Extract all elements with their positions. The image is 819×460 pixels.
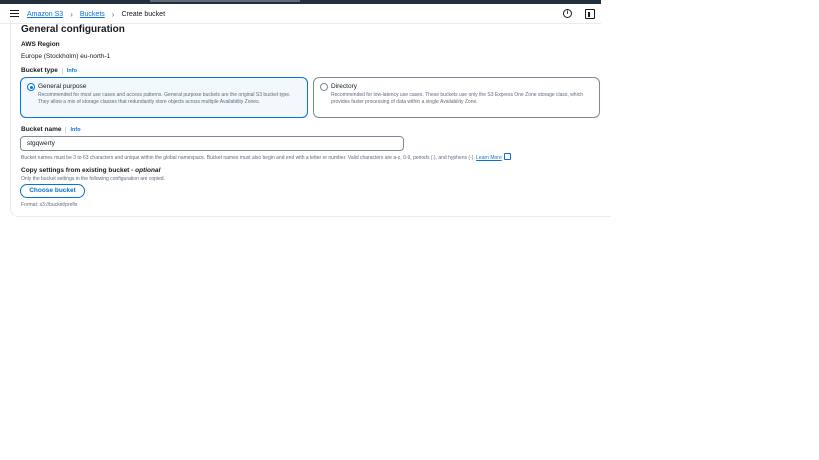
- bucket-type-directory[interactable]: Directory Recommended for low-latency us…: [313, 77, 600, 118]
- bucket-type-general-purpose[interactable]: General purpose Recommended for most use…: [20, 77, 308, 118]
- radio-selected-icon[interactable]: [27, 83, 35, 91]
- bucket-name-info-link[interactable]: Info: [65, 127, 81, 133]
- breadcrumb-create-bucket: Create bucket: [121, 10, 166, 18]
- breadcrumb: Amazon S3 › Buckets › Create bucket: [27, 9, 165, 19]
- choose-bucket-button[interactable]: Choose bucket: [20, 184, 85, 198]
- chevron-right-icon: ›: [70, 9, 73, 19]
- format-hint: Format: s3://bucket/prefix: [21, 202, 78, 208]
- region-label: AWS Region: [21, 41, 60, 48]
- bucket-name-label: Bucket name Info: [21, 126, 81, 133]
- external-link-icon[interactable]: [503, 153, 511, 160]
- tile-description: Recommended for most use cases and acces…: [38, 92, 291, 105]
- breadcrumb-buckets[interactable]: Buckets: [80, 11, 105, 18]
- bucket-type-label: Bucket type Info: [21, 67, 77, 74]
- bucket-type-info-link[interactable]: Info: [61, 68, 77, 74]
- top-nav-highlight: [150, 0, 300, 2]
- chevron-right-icon: ›: [111, 9, 115, 19]
- region-value: Europe (Stockholm) eu-north-1: [21, 53, 111, 60]
- general-configuration-container: [10, 20, 611, 217]
- tile-title: Directory: [331, 83, 358, 90]
- tile-title: General purpose: [38, 83, 87, 90]
- menu-icon[interactable]: [10, 10, 19, 18]
- info-icon[interactable]: i: [563, 9, 572, 18]
- page-title: General configuration: [21, 24, 125, 35]
- bucket-name-input[interactable]: stgqwerty: [20, 136, 404, 151]
- copy-settings-title: Copy settings from existing bucket - opt…: [21, 167, 160, 174]
- bucket-name-label-text: Bucket name: [21, 126, 62, 133]
- learn-more-link[interactable]: Learn More: [476, 155, 502, 161]
- bucket-name-hint: Bucket names must be 3 to 63 characters …: [21, 153, 511, 161]
- side-panel-icon[interactable]: [585, 9, 595, 19]
- copy-settings-subtitle: Only the bucket settings in the followin…: [21, 176, 165, 182]
- bucket-name-hint-text: Bucket names must be 3 to 63 characters …: [21, 155, 475, 161]
- optional-text: optional: [135, 167, 161, 174]
- tile-description: Recommended for low-latency use cases. T…: [331, 92, 583, 105]
- bucket-type-label-text: Bucket type: [21, 67, 58, 74]
- radio-unselected-icon[interactable]: [320, 83, 328, 91]
- breadcrumb-amazon-s3[interactable]: Amazon S3: [27, 11, 63, 18]
- copy-settings-title-text: Copy settings from existing bucket -: [21, 167, 136, 174]
